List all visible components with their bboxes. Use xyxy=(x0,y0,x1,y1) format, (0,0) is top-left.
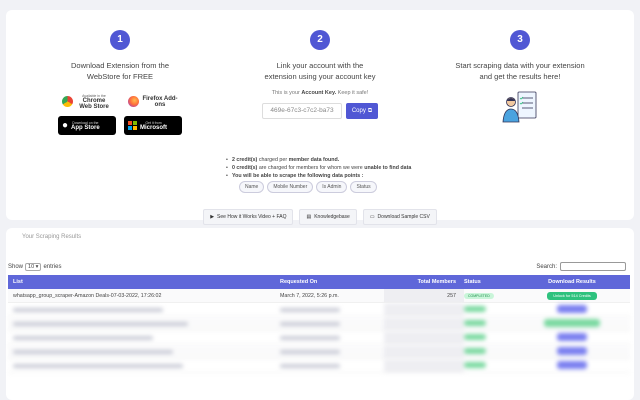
table-row xyxy=(8,359,630,373)
step-3: 3 Start scraping data with your extensio… xyxy=(420,30,620,124)
apple-icon: ● xyxy=(62,119,69,131)
microsoft-store-button[interactable]: Get it from Microsoft xyxy=(124,116,182,135)
download-sample-csv-button[interactable]: ▭ Download Sample CSV xyxy=(362,209,437,225)
firefox-store-label: Firefox Add-ons xyxy=(142,95,178,108)
row-total-members: 257 xyxy=(384,289,464,302)
step-2-text: Link your account with the extension usi… xyxy=(264,61,376,81)
chrome-web-store-button[interactable]: Available in the Chrome Web Store xyxy=(58,92,116,111)
table-row xyxy=(8,317,630,331)
column-header-download[interactable]: Download Results xyxy=(524,279,620,285)
results-table: List Requested On Total Members Status D… xyxy=(8,275,630,373)
status-badge: COMPLETED xyxy=(464,292,494,299)
chrome-icon xyxy=(62,96,73,107)
copy-icon: ⧉ xyxy=(367,107,373,114)
video-icon: ▶ xyxy=(210,214,215,220)
row-list-name: whatsapp_group_scraper-Amazon Deals-07-0… xyxy=(13,292,162,299)
book-icon: ▤ xyxy=(306,214,312,220)
microsoft-store-label: Microsoft xyxy=(140,124,167,131)
account-key-field[interactable]: 469e-67c3-c7c2-ba73 xyxy=(262,103,342,119)
results-section-title: Your Scraping Results xyxy=(22,234,82,240)
firefox-addons-button[interactable]: Firefox Add-ons xyxy=(124,92,182,111)
step-1-number: 1 xyxy=(110,30,130,50)
table-search: Search: xyxy=(536,262,626,271)
row-requested-on: March 7, 2022, 5:26 p.m. xyxy=(280,292,339,299)
step-3-text: Start scraping data with your extension … xyxy=(455,61,585,81)
app-store-button[interactable]: ● Download on the App Store xyxy=(58,116,116,135)
scraping-illustration-icon xyxy=(502,90,538,124)
column-header-list[interactable]: List xyxy=(8,279,280,285)
store-badges: Available in the Chrome Web Store Firefox… xyxy=(20,92,220,135)
step-3-number: 3 xyxy=(510,30,530,50)
credits-info: 2 credit(s) charged per member data foun… xyxy=(226,156,411,193)
chevron-down-icon: ▾ xyxy=(35,264,39,270)
table-row: whatsapp_group_scraper-Amazon Deals-07-0… xyxy=(8,289,630,303)
chrome-store-label: Chrome Web Store xyxy=(79,97,109,110)
firefox-icon xyxy=(128,96,139,107)
how-it-works-video-button[interactable]: ▶ See How it Works Video + FAQ xyxy=(203,209,294,225)
data-point-chip: Name xyxy=(239,181,265,193)
data-point-chip: Is Admin xyxy=(316,181,348,193)
help-buttons: ▶ See How it Works Video + FAQ ▤ Knowled… xyxy=(6,209,634,225)
step-2: 2 Link your account with the extension u… xyxy=(220,30,420,119)
table-row xyxy=(8,345,630,359)
account-key-row: 469e-67c3-c7c2-ba73 Copy ⧉ xyxy=(220,103,420,119)
microsoft-icon xyxy=(128,121,137,130)
data-point-chip: Mobile Number xyxy=(267,181,314,193)
entries-select[interactable]: 10 ▾ xyxy=(25,263,42,271)
column-header-requested-on[interactable]: Requested On xyxy=(280,279,384,285)
file-icon: ▭ xyxy=(369,214,375,220)
data-point-chip: Status xyxy=(350,181,377,193)
step-1-text: Download Extension from the WebStore for… xyxy=(71,61,169,81)
copy-key-button[interactable]: Copy ⧉ xyxy=(346,103,378,119)
unlock-button[interactable]: Unlock for 514 Credits xyxy=(547,291,597,300)
step-1: 1 Download Extension from the WebStore f… xyxy=(20,30,220,135)
app-store-label: App Store xyxy=(71,124,100,131)
table-header: List Requested On Total Members Status D… xyxy=(8,275,630,289)
column-header-total-members[interactable]: Total Members xyxy=(384,275,464,289)
step-2-number: 2 xyxy=(310,30,330,50)
results-card: Your Scraping Results Show 10 ▾ entries … xyxy=(6,228,634,400)
search-input[interactable] xyxy=(560,262,626,271)
data-points: Name Mobile Number Is Admin Status xyxy=(239,181,411,193)
onboarding-card: 1 Download Extension from the WebStore f… xyxy=(6,10,634,225)
show-entries-control: Show 10 ▾ entries xyxy=(8,263,62,271)
column-header-status[interactable]: Status xyxy=(464,279,524,285)
table-row xyxy=(8,303,630,317)
table-row xyxy=(8,331,630,345)
knowledgebase-button[interactable]: ▤ Knowledgebase xyxy=(299,209,357,225)
account-key-note: This is your Account Key. Keep it safe! xyxy=(271,90,369,96)
